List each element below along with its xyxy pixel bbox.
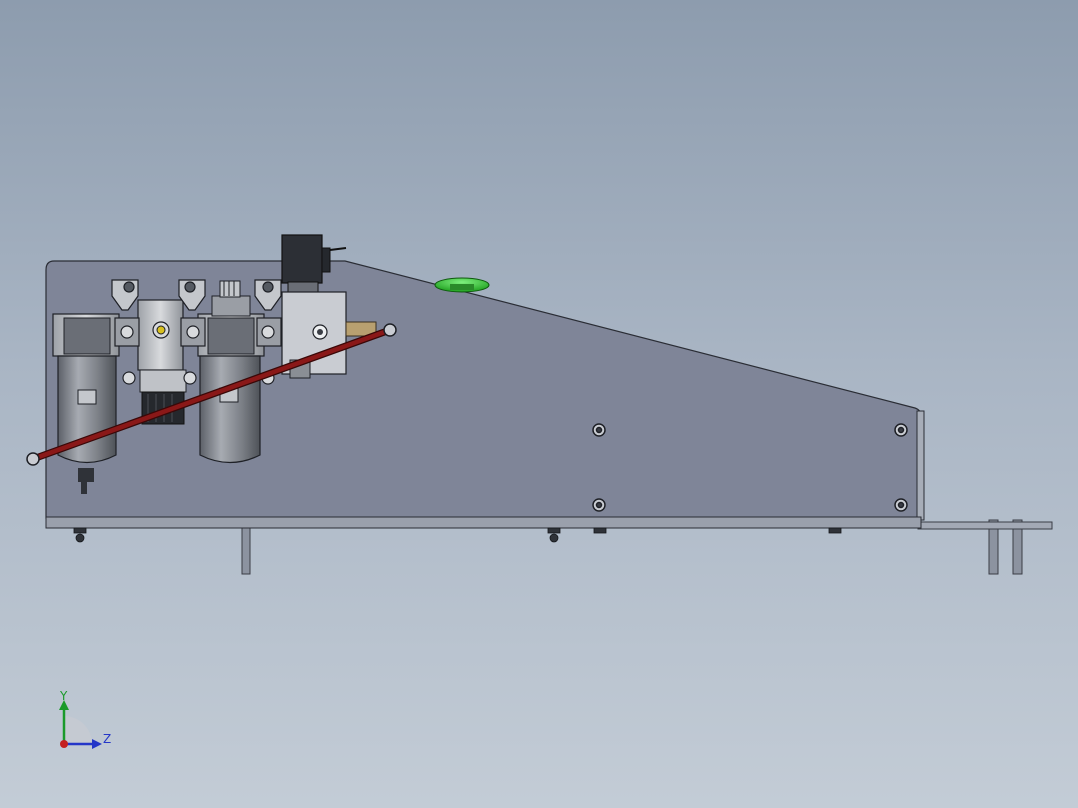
extension-plate [917, 521, 1053, 530]
x-axis-dot [60, 740, 68, 748]
base-bar [45, 516, 922, 529]
z-axis-label: Z [103, 732, 111, 746]
y-axis-label: Y [59, 689, 68, 703]
plate-edge-flange [916, 410, 925, 521]
base-bolts [73, 527, 842, 543]
green-button [434, 277, 490, 293]
cad-viewport[interactable]: Y Z [0, 0, 1078, 808]
cad-scene: Y Z [26, 234, 1053, 749]
coordinate-triad: Y Z [59, 689, 111, 749]
